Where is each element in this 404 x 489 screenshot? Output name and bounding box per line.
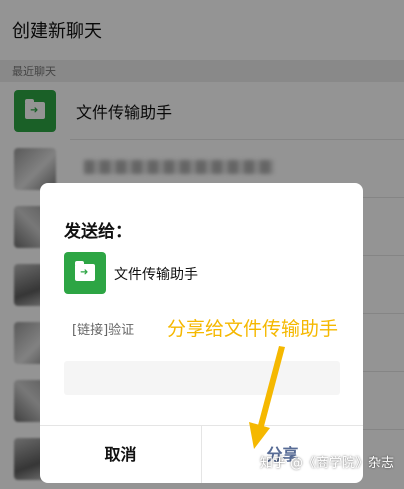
watermark: 知乎 @《商学院》杂志 bbox=[259, 456, 394, 471]
annotation-arrow-icon bbox=[249, 346, 285, 449]
screen: 创建新聊天 最近聊天 ➜ 文件传输助手 发送给： ➜ 文件传输助手 [链接]验证… bbox=[0, 0, 404, 489]
